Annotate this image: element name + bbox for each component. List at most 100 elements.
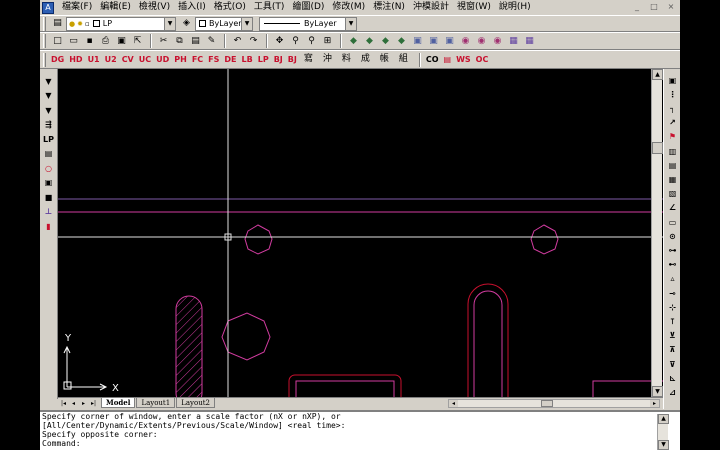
die-extra-button[interactable]: OC [475,52,490,67]
die-tool-button[interactable]: CV [121,52,135,67]
tab-nav-button[interactable]: ▸| [89,399,98,408]
die-tool-button[interactable]: BJ [273,52,284,67]
left-tool-icon[interactable]: ▮ [42,220,55,232]
chevron-down-icon[interactable]: ▼ [241,17,252,30]
menu-item[interactable]: 標注(N) [369,0,409,15]
menu-item[interactable]: 編輯(E) [96,0,135,15]
right-tool-icon[interactable]: ▧ [666,188,679,200]
die-tool-button[interactable]: FS [207,52,220,67]
die-cjk-button[interactable]: 組 [396,52,411,67]
tab-nav-button[interactable]: |◂ [59,399,68,408]
preview-icon[interactable]: ▣ [114,34,129,49]
command-window[interactable]: Specify corner of window, enter a scale … [40,410,680,450]
right-tool-icon[interactable]: ▥ [666,145,679,157]
menu-item[interactable]: 工具(T) [250,0,289,15]
die-tool-button[interactable]: DE [223,52,237,67]
horizontal-scrollbar[interactable]: ◂ ▸ [448,399,660,408]
die-tool-button[interactable]: DG [50,52,65,67]
layer-dropdown[interactable]: ● ✹ ▫ LP ▼ [66,16,176,31]
tab-layout2[interactable]: Layout2 [176,398,215,408]
render-icon[interactable]: ◉ [458,34,473,49]
die-extra-button[interactable]: WS [455,52,472,67]
restore-icon[interactable]: □ [647,1,661,13]
die-cjk-button[interactable]: 帳 [377,52,392,67]
left-tool-icon[interactable]: ▼ [42,104,55,116]
scroll-thumb[interactable] [652,142,663,154]
properties-icon[interactable]: ⊞ [320,34,335,49]
zoom-realtime-icon[interactable]: ⚲ [288,34,303,49]
die-extra-button[interactable]: ▤ [443,52,453,67]
drawing-canvas[interactable]: Y X [58,69,663,397]
die-tool-button[interactable]: FC [191,52,204,67]
chevron-down-icon[interactable]: ▼ [164,17,175,30]
minimize-icon[interactable]: _ [630,1,644,13]
toolbar-grip[interactable] [43,16,46,31]
die-tool-button[interactable]: U2 [104,52,118,67]
die-tool-button[interactable]: LP [257,52,270,67]
tab-nav-button[interactable]: ▸ [79,399,88,408]
view-icon[interactable]: ▣ [410,34,425,49]
die-tool-button[interactable]: UC [138,52,152,67]
left-tool-icon[interactable]: ■ [42,191,55,203]
right-tool-icon[interactable]: ▣ [666,74,679,86]
right-tool-icon[interactable]: ⊺ [666,315,679,327]
shade-icon[interactable]: ◆ [346,34,361,49]
redo-icon[interactable]: ↷ [246,34,261,49]
right-tool-icon[interactable]: ⊼ [666,344,679,356]
right-tool-icon[interactable]: ⊸ [666,287,679,299]
render-icon[interactable]: ◉ [474,34,489,49]
paste-icon[interactable]: ▤ [188,34,203,49]
menu-item[interactable]: 沖模設計 [409,0,453,15]
print-icon[interactable]: ⎙ [98,34,113,49]
right-tool-icon[interactable]: ⊷ [666,259,679,271]
close-icon[interactable]: × [664,1,678,13]
make-current-icon[interactable]: ◈ [179,16,194,31]
linetype-dropdown[interactable]: ByLayer ▼ [259,16,357,31]
die-cjk-button[interactable]: 成 [358,52,373,67]
die-cjk-button[interactable]: 沖 [320,52,335,67]
view-icon[interactable]: ▣ [426,34,441,49]
color-dropdown[interactable]: ByLayer ▼ [195,16,253,31]
menu-item[interactable]: 視窗(W) [453,0,495,15]
open-icon[interactable]: ▭ [66,34,81,49]
vertical-scrollbar[interactable]: ▲ ▼ [651,69,663,397]
app-icon[interactable]: A [42,1,54,14]
publish-icon[interactable]: ⇱ [130,34,145,49]
scroll-down-icon[interactable]: ▼ [652,386,663,397]
die-tool-button[interactable]: UD [155,52,170,67]
right-tool-icon[interactable]: ┐ [666,102,679,114]
die-tool-button[interactable]: BJ [287,52,298,67]
left-tool-icon[interactable]: LP [42,133,55,145]
chevron-down-icon[interactable]: ▼ [345,17,356,30]
right-tool-icon[interactable]: ▤ [666,159,679,171]
die-cjk-button[interactable]: 寫 [301,52,316,67]
right-tool-icon[interactable]: ⊹ [666,301,679,313]
right-tool-icon[interactable]: ▦ [666,173,679,185]
right-tool-icon[interactable]: ⋮ [666,88,679,100]
right-tool-icon[interactable]: ⊾ [666,372,679,384]
menu-item[interactable]: 檢視(V) [135,0,174,15]
right-tool-icon[interactable]: ⚑ [666,131,679,143]
die-cjk-button[interactable]: 料 [339,52,354,67]
pan-icon[interactable]: ✥ [272,34,287,49]
toolbar-grip[interactable] [43,52,46,67]
scroll-thumb[interactable] [541,400,553,407]
die-tool-button[interactable]: HD [68,52,83,67]
new-icon[interactable]: □ [50,34,65,49]
left-tool-icon[interactable]: ▤ [42,148,55,160]
render-icon[interactable]: ◉ [490,34,505,49]
shade-icon[interactable]: ◆ [362,34,377,49]
cut-icon[interactable]: ✂ [156,34,171,49]
die-tool-button[interactable]: PH [173,52,188,67]
material-icon[interactable]: ▦ [522,34,537,49]
material-icon[interactable]: ▦ [506,34,521,49]
scroll-up-icon[interactable]: ▲ [652,69,663,80]
tab-nav-button[interactable]: ◂ [69,399,78,408]
view-icon[interactable]: ▣ [442,34,457,49]
menu-item[interactable]: 修改(M) [328,0,369,15]
toolbar-grip[interactable] [43,34,46,48]
menu-item[interactable]: 插入(I) [174,0,210,15]
left-tool-icon[interactable]: ○ [42,162,55,174]
left-tool-icon[interactable]: ▼ [42,75,55,87]
left-tool-icon[interactable]: ⇶ [42,119,55,131]
